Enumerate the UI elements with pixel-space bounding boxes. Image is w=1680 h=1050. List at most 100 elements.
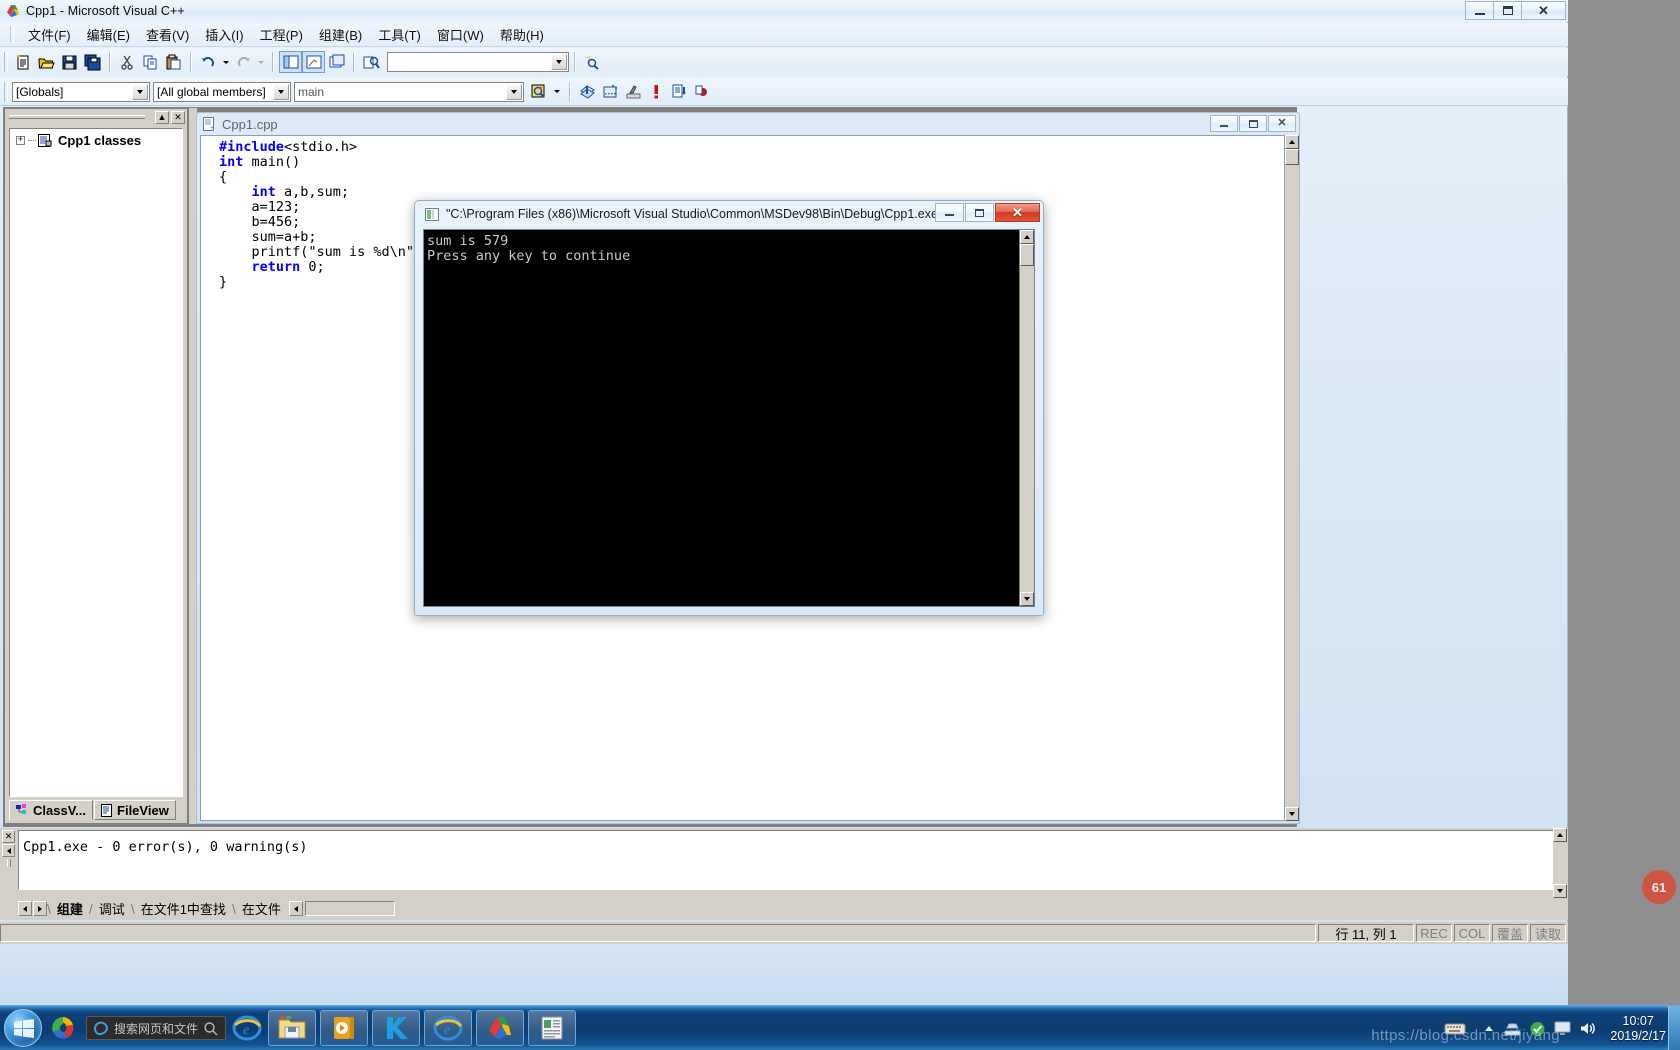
find-combo-arrow[interactable] bbox=[551, 54, 567, 70]
compile-icon[interactable] bbox=[576, 81, 599, 103]
network-icon[interactable] bbox=[1504, 1021, 1521, 1036]
taskbar-media-player[interactable] bbox=[320, 1010, 368, 1046]
filter-combo-arrow[interactable] bbox=[273, 83, 289, 100]
menu-tools[interactable]: 工具(T) bbox=[370, 23, 429, 46]
find-in-files-icon[interactable] bbox=[360, 51, 383, 73]
menu-insert[interactable]: 插入(I) bbox=[197, 23, 251, 46]
workspace-toggle-icon[interactable] bbox=[279, 51, 302, 73]
save-icon[interactable] bbox=[58, 51, 81, 73]
insert-breakpoint-icon[interactable] bbox=[691, 81, 714, 103]
build-icon[interactable] bbox=[599, 81, 622, 103]
search-help-icon[interactable]: ? bbox=[581, 51, 604, 73]
window-minimize-button[interactable] bbox=[1465, 1, 1494, 20]
member-combo-arrow[interactable] bbox=[506, 83, 522, 100]
output-close-button[interactable]: ✕ bbox=[2, 830, 15, 843]
scroll-up-button[interactable] bbox=[1285, 135, 1299, 149]
output-text-area[interactable]: Cpp1.exe - 0 error(s), 0 warning(s) bbox=[18, 830, 1566, 890]
new-file-icon[interactable] bbox=[12, 51, 35, 73]
console-minimize-button[interactable] bbox=[935, 203, 964, 222]
show-hidden-icon[interactable] bbox=[1484, 1025, 1494, 1033]
wizardbar-action-icon[interactable] bbox=[527, 81, 550, 103]
taskbar-internet-explorer[interactable]: e bbox=[230, 1010, 264, 1046]
menu-project[interactable]: 工程(P) bbox=[252, 23, 311, 46]
scroll-thumb[interactable] bbox=[1285, 149, 1299, 165]
menu-build[interactable]: 组建(B) bbox=[311, 23, 370, 46]
console-output-area[interactable]: sum is 579 Press any key to continue bbox=[423, 229, 1035, 607]
tab-classview[interactable]: ClassV... bbox=[9, 800, 94, 820]
output-tab-findinfiles1[interactable]: 在文件1中查找 bbox=[135, 899, 232, 918]
start-button[interactable] bbox=[4, 1009, 42, 1047]
classview-tree[interactable]: + Cpp1 classes bbox=[9, 128, 183, 797]
paste-icon[interactable] bbox=[162, 51, 185, 73]
console-titlebar[interactable]: "C:\Program Files (x86)\Microsoft Visual… bbox=[415, 201, 1043, 227]
editor-close-button[interactable]: ✕ bbox=[1268, 115, 1296, 132]
sogou-input-icon[interactable] bbox=[46, 1010, 80, 1046]
console-scroll-thumb[interactable] bbox=[1020, 244, 1034, 266]
search-input[interactable]: 搜索网页和文件 bbox=[86, 1016, 226, 1040]
output-vertical-scrollbar[interactable] bbox=[1553, 828, 1568, 898]
stop-build-icon[interactable] bbox=[622, 81, 645, 103]
redo-icon[interactable] bbox=[232, 51, 255, 73]
member-combo[interactable]: main bbox=[294, 81, 524, 102]
menubar-grip[interactable] bbox=[10, 26, 14, 43]
execute-icon[interactable] bbox=[645, 81, 668, 103]
keyboard-icon[interactable] bbox=[1444, 1021, 1466, 1036]
menu-file[interactable]: 文件(F) bbox=[20, 23, 79, 46]
clock[interactable]: 10:07 2019/2/17 bbox=[1610, 1014, 1666, 1044]
output-scroll-down-button[interactable] bbox=[1553, 884, 1567, 898]
output-tabs-more[interactable] bbox=[288, 901, 303, 916]
workspace-restore-button[interactable]: ▲ bbox=[155, 111, 169, 124]
tree-node-cpp1-classes[interactable]: + Cpp1 classes bbox=[10, 129, 182, 148]
console-close-button[interactable]: ✕ bbox=[995, 203, 1040, 222]
open-file-icon[interactable] bbox=[35, 51, 58, 73]
output-horizontal-scrollbar[interactable] bbox=[304, 901, 395, 916]
menu-window[interactable]: 窗口(W) bbox=[429, 23, 492, 46]
toolbar-grip[interactable] bbox=[4, 52, 8, 72]
taskbar-kugou[interactable] bbox=[372, 1010, 420, 1046]
editor-vertical-scrollbar[interactable] bbox=[1284, 135, 1299, 821]
output-tab-debug[interactable]: 调试 bbox=[93, 899, 131, 918]
go-icon[interactable] bbox=[668, 81, 691, 103]
console-scroll-down-button[interactable] bbox=[1020, 592, 1034, 606]
output-prev-button[interactable] bbox=[2, 844, 15, 857]
output-tabs-scroll-left[interactable] bbox=[18, 901, 32, 916]
window-close-button[interactable]: ✕ bbox=[1521, 1, 1566, 20]
scroll-down-button[interactable] bbox=[1285, 807, 1299, 821]
console-vertical-scrollbar[interactable] bbox=[1019, 230, 1034, 606]
output-grip[interactable] bbox=[2, 858, 15, 867]
workspace-close-button[interactable]: ✕ bbox=[171, 111, 185, 124]
taskbar-ie-window[interactable]: e bbox=[424, 1010, 472, 1046]
taskbar-visual-cpp[interactable] bbox=[476, 1010, 524, 1046]
menu-view[interactable]: 查看(V) bbox=[138, 23, 197, 46]
undo-icon[interactable] bbox=[197, 51, 220, 73]
cut-icon[interactable] bbox=[116, 51, 139, 73]
class-combo[interactable]: [Globals] bbox=[12, 81, 150, 102]
tab-fileview[interactable]: FileView bbox=[94, 800, 176, 820]
find-combo[interactable] bbox=[387, 52, 569, 72]
editor-maximize-button[interactable] bbox=[1239, 115, 1267, 132]
tree-expander-icon[interactable]: + bbox=[16, 136, 25, 145]
console-maximize-button[interactable] bbox=[965, 203, 994, 222]
output-toggle-icon[interactable] bbox=[302, 51, 325, 73]
volume-icon[interactable] bbox=[1579, 1021, 1596, 1036]
taskbar-document-window[interactable] bbox=[528, 1010, 576, 1046]
output-tabs-scroll-right[interactable] bbox=[33, 901, 47, 916]
menu-help[interactable]: 帮助(H) bbox=[492, 23, 552, 46]
copy-icon[interactable] bbox=[139, 51, 162, 73]
editor-minimize-button[interactable] bbox=[1210, 115, 1238, 132]
display-icon[interactable] bbox=[1554, 1021, 1571, 1036]
wizardbar-dropdown-icon[interactable] bbox=[550, 81, 564, 103]
taskbar-file-explorer[interactable] bbox=[268, 1010, 316, 1046]
output-tab-findinfiles2[interactable]: 在文件 bbox=[236, 899, 287, 918]
filter-combo[interactable]: [All global members] bbox=[153, 81, 291, 102]
redo-dropdown-icon[interactable] bbox=[255, 51, 267, 73]
window-list-icon[interactable] bbox=[325, 51, 348, 73]
console-scroll-up-button[interactable] bbox=[1020, 230, 1034, 244]
undo-dropdown-icon[interactable] bbox=[220, 51, 232, 73]
security-icon[interactable] bbox=[1529, 1021, 1546, 1037]
menu-edit[interactable]: 编辑(E) bbox=[79, 23, 138, 46]
save-all-icon[interactable] bbox=[81, 51, 104, 73]
show-desktop-button[interactable] bbox=[1668, 1006, 1680, 1050]
class-combo-arrow[interactable] bbox=[132, 83, 148, 100]
output-tab-build[interactable]: 组建 bbox=[51, 899, 89, 918]
